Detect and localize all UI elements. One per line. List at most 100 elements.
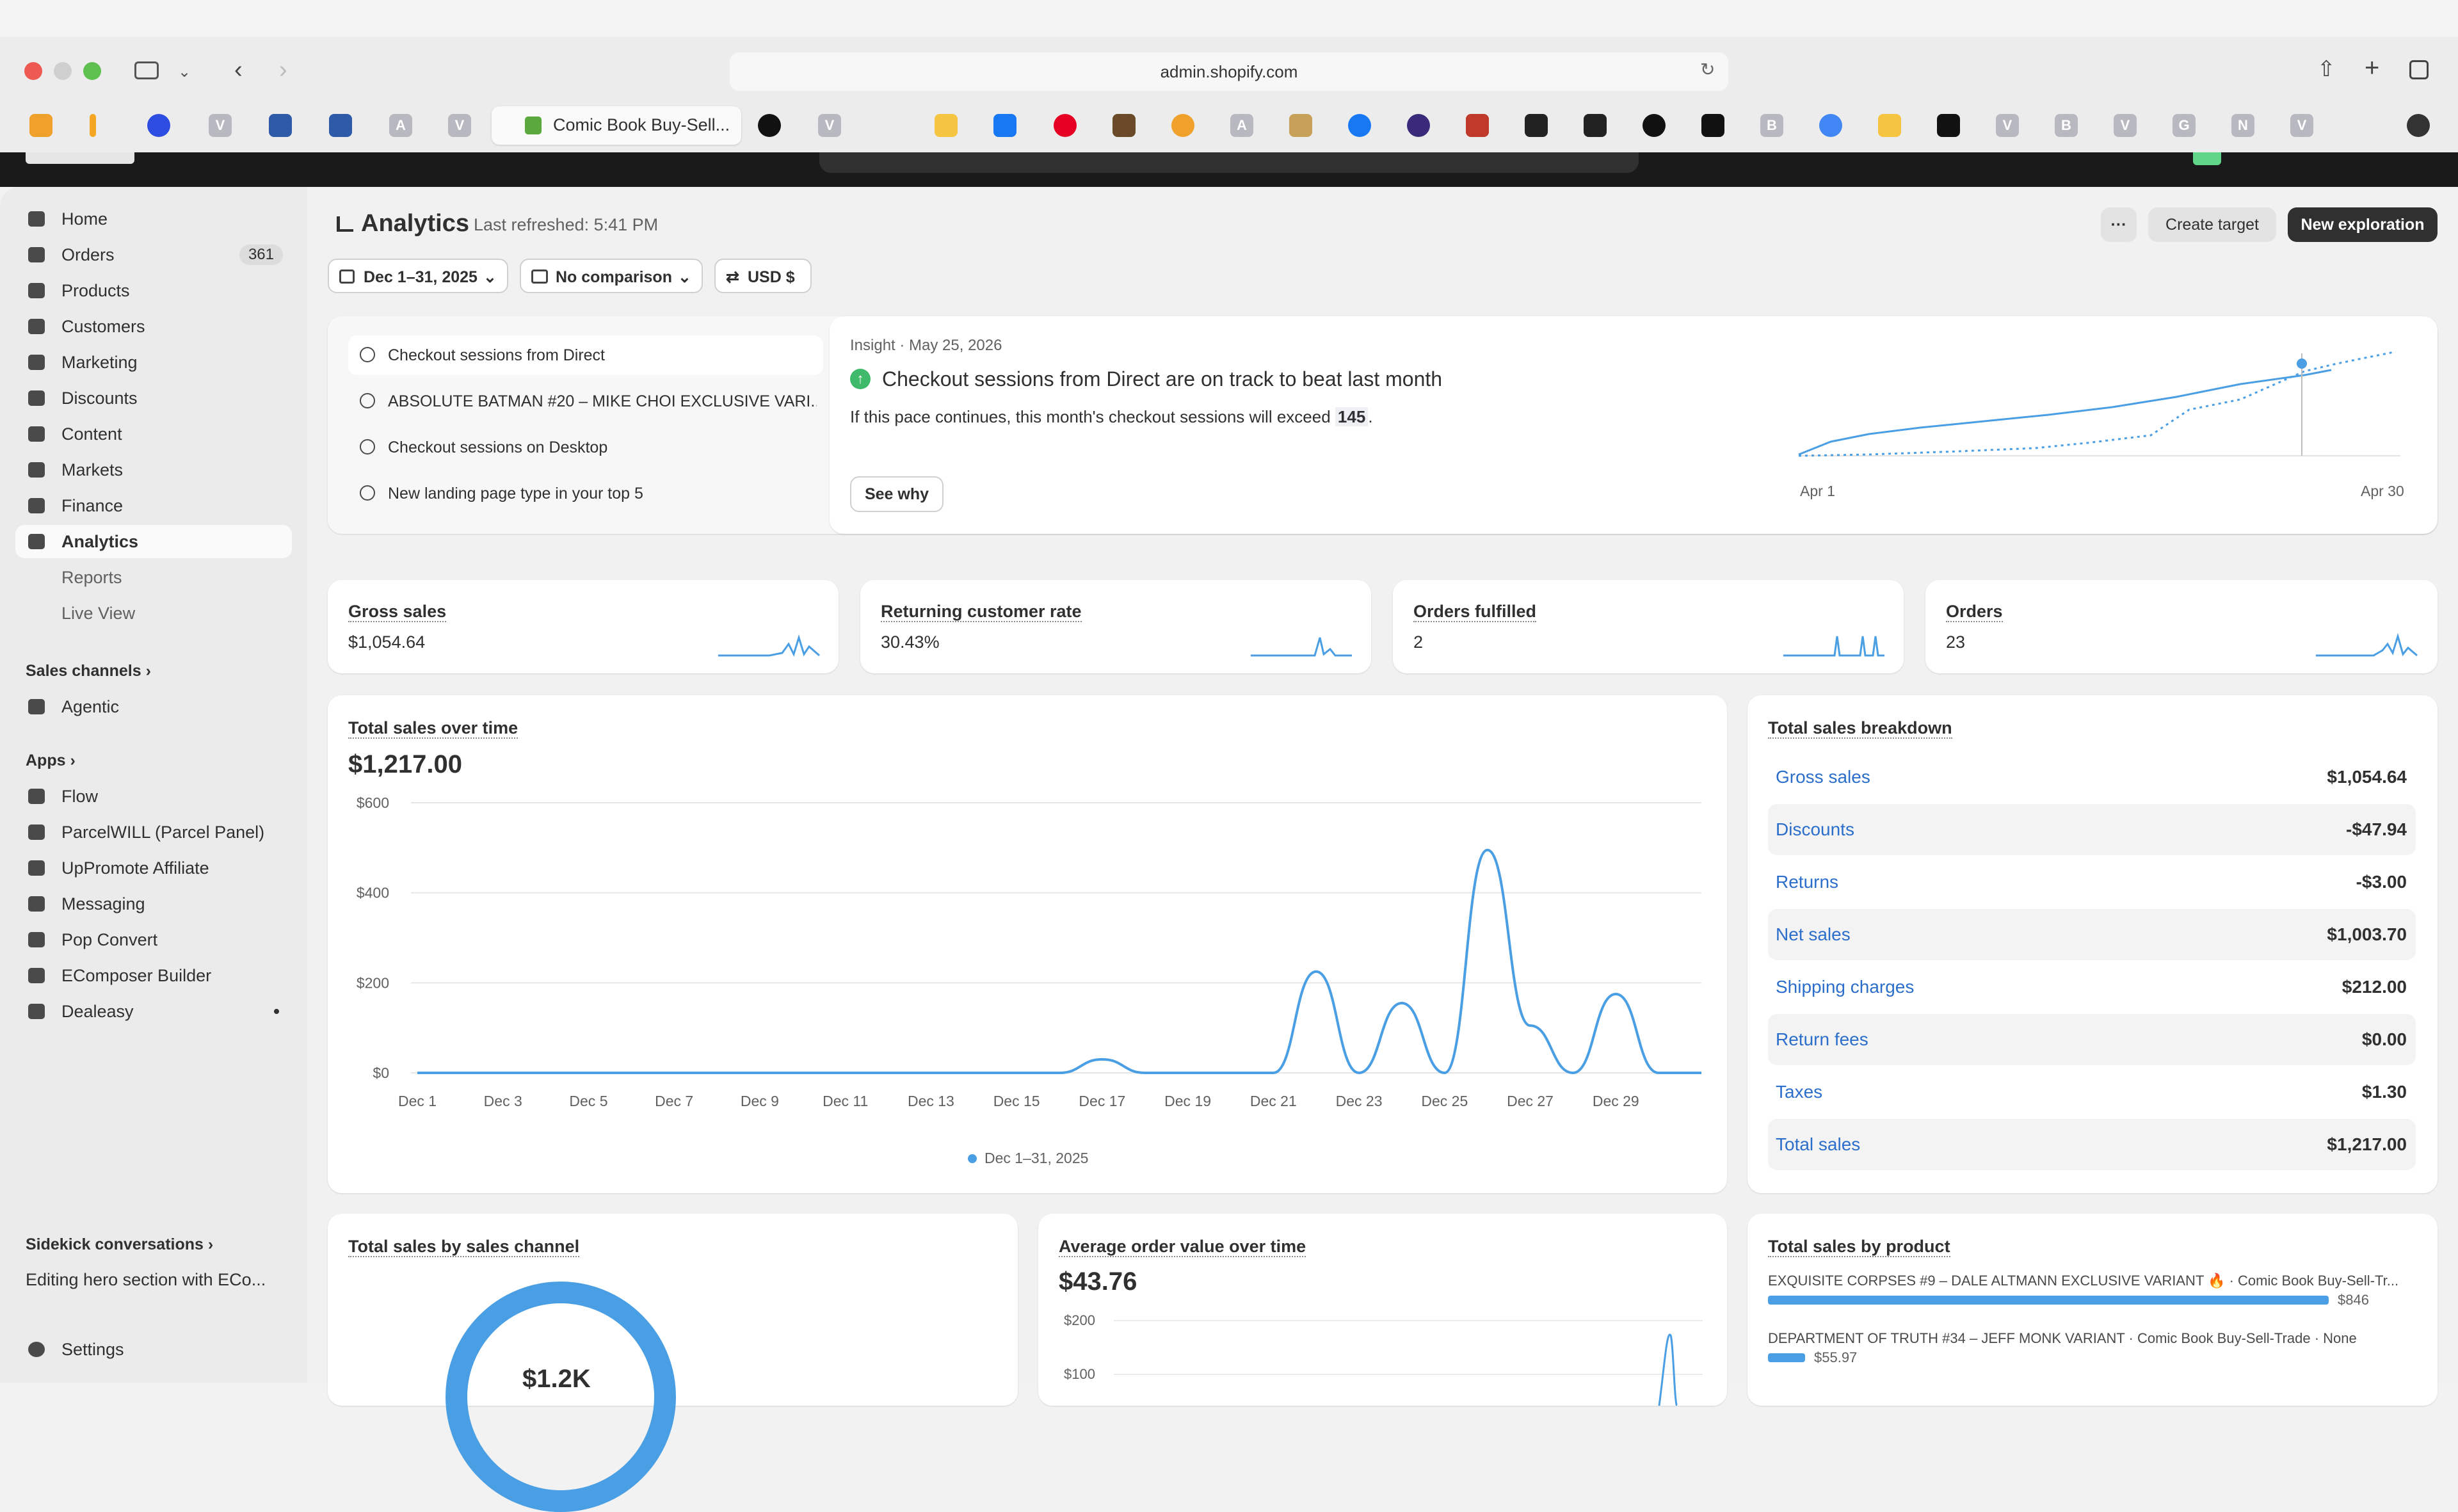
breakdown-link[interactable]: Discounts xyxy=(1776,804,1854,855)
insight-item[interactable]: Checkout sessions from Direct xyxy=(348,335,823,375)
sidebar-app-dealeasy[interactable]: Dealeasy xyxy=(15,995,292,1028)
sidebar-toggle-icon[interactable] xyxy=(134,61,159,79)
pinned-tab-icon[interactable] xyxy=(1289,114,1312,137)
pinned-tab-icon[interactable]: V xyxy=(209,114,232,137)
sidebar-item-finance[interactable]: Finance xyxy=(15,489,292,522)
sidebar-app-parcelwill[interactable]: ParcelWILL (Parcel Panel) xyxy=(15,816,292,849)
breakdown-link[interactable]: Total sales xyxy=(1776,1119,1860,1170)
pinned-tab-icon[interactable] xyxy=(147,114,170,137)
insight-item[interactable]: ABSOLUTE BATMAN #20 – MIKE CHOI EXCLUSIV… xyxy=(348,382,823,421)
pinned-tab-icon[interactable] xyxy=(1878,114,1901,137)
pinned-tab-icon[interactable] xyxy=(269,114,292,137)
sidebar-app-flow[interactable]: Flow xyxy=(15,780,292,813)
pinned-tab-icon[interactable] xyxy=(90,114,96,137)
product-name[interactable]: DEPARTMENT OF TRUTH #34 – JEFF MONK VARI… xyxy=(1768,1330,2357,1347)
shopify-logo[interactable] xyxy=(26,152,134,164)
metric-card-returning-rate[interactable]: Returning customer rate 30.43% xyxy=(860,580,1371,673)
meta-icon[interactable] xyxy=(993,114,1016,137)
sidebar-item-discounts[interactable]: Discounts xyxy=(15,382,292,415)
facebook-icon[interactable] xyxy=(1348,114,1371,137)
breakdown-link[interactable]: Shipping charges xyxy=(1776,961,1914,1013)
forward-button[interactable]: › xyxy=(279,56,287,84)
sidebar-item-customers[interactable]: Customers xyxy=(15,310,292,343)
pinned-tab-icon[interactable]: N xyxy=(2231,114,2254,137)
product-name[interactable]: EXQUISITE CORPSES #9 – DALE ALTMANN EXCL… xyxy=(1768,1273,2398,1289)
new-exploration-button[interactable]: New exploration xyxy=(2288,207,2438,242)
date-range-select[interactable]: Dec 1–31, 2025 ⌄ xyxy=(328,259,508,293)
sidebar-item-markets[interactable]: Markets xyxy=(15,453,292,487)
sidebar-item-home[interactable]: Home xyxy=(15,202,292,236)
back-button[interactable]: ‹ xyxy=(234,56,243,84)
comparison-select[interactable]: No comparison ⌄ xyxy=(520,259,703,293)
insight-item[interactable]: Checkout sessions on Desktop xyxy=(348,428,823,467)
create-target-button[interactable]: Create target xyxy=(2148,207,2276,242)
see-why-button[interactable]: See why xyxy=(850,476,944,512)
pinned-tab-icon[interactable] xyxy=(1701,114,1724,137)
aov-line-chart[interactable] xyxy=(1653,1329,1691,1406)
sidebar-app-uppromote[interactable]: UpPromote Affiliate xyxy=(15,851,292,885)
global-search-input[interactable] xyxy=(819,152,1639,173)
metric-card-orders[interactable]: Orders 23 xyxy=(1925,580,2438,673)
pinned-tab-icon[interactable] xyxy=(1525,114,1548,137)
pinned-tab-icon[interactable]: A xyxy=(1230,114,1253,137)
total-sales-line-chart[interactable]: $0$200$400$600Dec 1Dec 3Dec 5Dec 7Dec 9D… xyxy=(328,791,1727,1124)
share-icon[interactable]: ⇧ xyxy=(2317,56,2336,82)
tab-overview-icon[interactable] xyxy=(2409,60,2429,79)
close-window-button[interactable] xyxy=(24,62,42,80)
sidebar-item-agentic[interactable]: Agentic xyxy=(15,690,292,723)
pinned-tab-icon[interactable] xyxy=(1643,114,1666,137)
sidebar-item-reports[interactable]: Reports xyxy=(15,561,292,594)
sidebar-item-marketing[interactable]: Marketing xyxy=(15,346,292,379)
currency-select[interactable]: ⇄ USD $ xyxy=(714,259,812,293)
sidebar-app-messaging[interactable]: Messaging xyxy=(15,887,292,921)
breakdown-link[interactable]: Net sales xyxy=(1776,909,1851,960)
pinned-tab-icon[interactable] xyxy=(1407,114,1430,137)
pinned-tab-icon[interactable] xyxy=(1584,114,1607,137)
breakdown-link[interactable]: Return fees xyxy=(1776,1014,1868,1065)
minimize-window-button[interactable] xyxy=(54,62,72,80)
pinned-tab-icon[interactable]: A xyxy=(389,114,412,137)
pinned-tab-icon[interactable]: B xyxy=(1760,114,1783,137)
pinned-tab-icon[interactable]: V xyxy=(818,114,841,137)
pinned-tab-icon[interactable] xyxy=(329,114,352,137)
pinned-tab-icon[interactable] xyxy=(935,114,958,137)
sidekick-conversation-item[interactable]: Editing hero section with ECo... xyxy=(26,1270,266,1290)
pinned-tab-icon[interactable] xyxy=(758,114,781,137)
chart-title[interactable]: Total sales over time xyxy=(348,718,518,739)
sidebar-item-analytics[interactable]: Analytics xyxy=(15,525,292,558)
sidebar-app-ecomposer[interactable]: EComposer Builder xyxy=(15,959,292,992)
card-title[interactable]: Total sales by sales channel xyxy=(348,1237,579,1257)
pinned-tab-icon[interactable] xyxy=(1171,114,1194,137)
more-actions-button[interactable]: ··· xyxy=(2101,207,2137,242)
breakdown-link[interactable]: Returns xyxy=(1776,857,1838,908)
pinned-tab-icon[interactable]: G xyxy=(2173,114,2196,137)
channel-donut[interactable] xyxy=(446,1282,676,1512)
breakdown-link[interactable]: Taxes xyxy=(1776,1066,1822,1118)
pinned-tab-icon[interactable] xyxy=(2407,114,2430,137)
store-avatar[interactable] xyxy=(2193,152,2221,165)
reload-icon[interactable]: ↻ xyxy=(1700,59,1715,80)
apps-heading[interactable]: Apps › xyxy=(26,752,76,770)
metric-card-orders-fulfilled[interactable]: Orders fulfilled 2 xyxy=(1393,580,1904,673)
breakdown-link[interactable]: Gross sales xyxy=(1776,752,1870,803)
sales-channels-heading[interactable]: Sales channels › xyxy=(26,662,151,680)
sidebar-item-content[interactable]: Content xyxy=(15,417,292,451)
insight-item[interactable]: New landing page type in your top 5 xyxy=(348,474,823,513)
pinned-tab-icon[interactable]: V xyxy=(448,114,471,137)
sidebar-app-pop-convert[interactable]: Pop Convert xyxy=(15,923,292,956)
pinned-tab-icon[interactable] xyxy=(1466,114,1489,137)
new-tab-icon[interactable]: + xyxy=(2365,54,2379,83)
google-icon[interactable] xyxy=(1819,114,1842,137)
sidebar-item-settings[interactable]: Settings xyxy=(15,1333,292,1366)
pinned-tab-icon[interactable] xyxy=(1113,114,1136,137)
pinned-tab-icon[interactable]: B xyxy=(2055,114,2078,137)
pinned-tab-icon[interactable] xyxy=(1937,114,1960,137)
sidebar-item-live-view[interactable]: Live View xyxy=(15,597,292,630)
sidebar-item-products[interactable]: Products xyxy=(15,274,292,307)
pinned-tab-icon[interactable] xyxy=(29,114,52,137)
metric-card-gross-sales[interactable]: Gross sales $1,054.64 xyxy=(328,580,839,673)
pinterest-icon[interactable] xyxy=(1054,114,1077,137)
chevron-down-icon[interactable]: ⌄ xyxy=(178,63,191,81)
active-tab[interactable]: Comic Book Buy-Sell... xyxy=(492,106,741,145)
address-bar[interactable]: admin.shopify.com xyxy=(730,52,1728,91)
